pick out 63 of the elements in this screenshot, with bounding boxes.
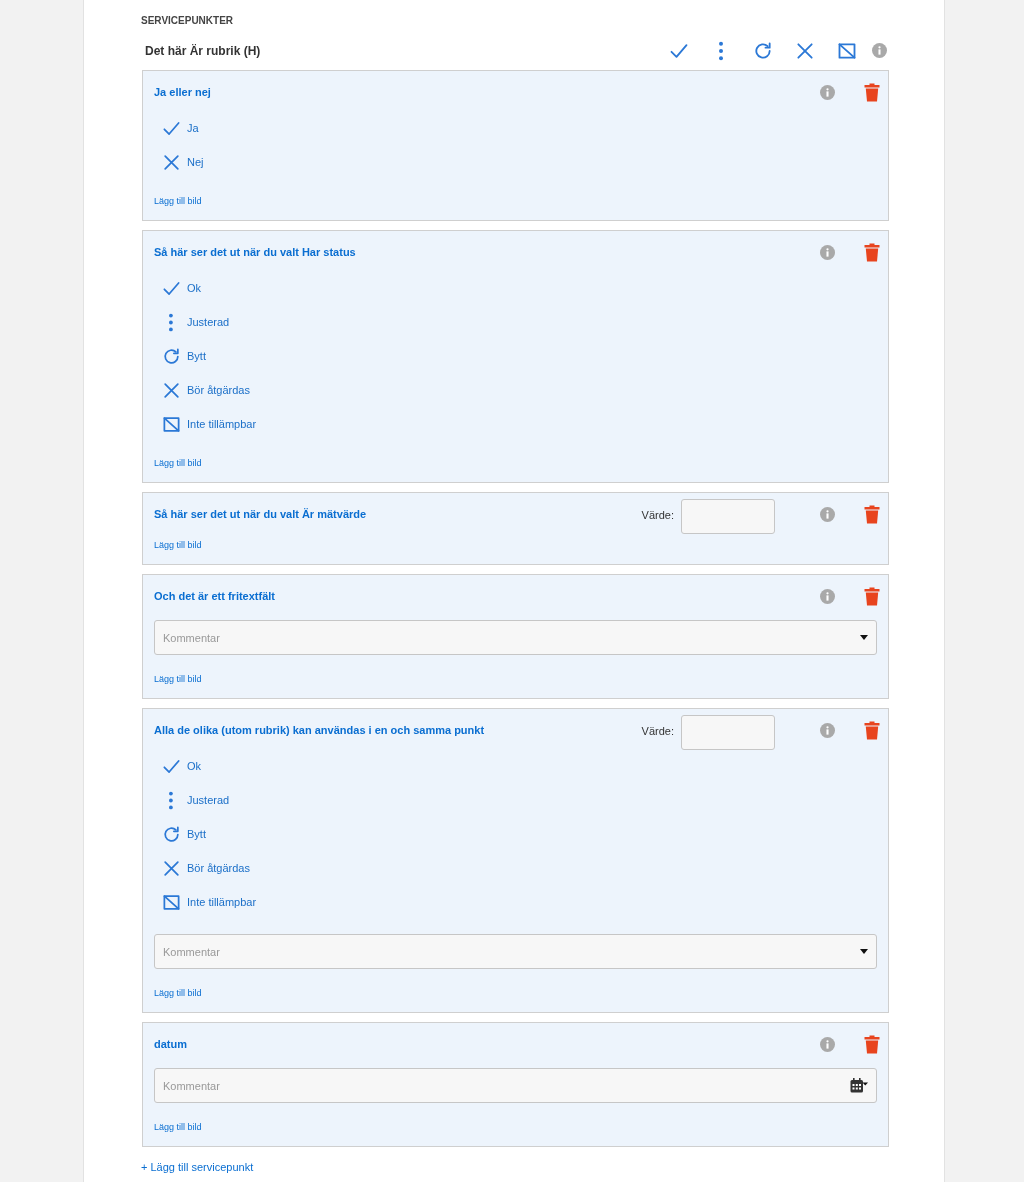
add-image-link[interactable]: Lägg till bild — [154, 1120, 202, 1134]
trash-icon[interactable] — [864, 1035, 880, 1054]
status-option[interactable]: Nej — [154, 145, 877, 179]
status-option[interactable]: Ok — [154, 749, 877, 783]
info-icon[interactable] — [820, 507, 835, 522]
status-option[interactable]: Ok — [154, 271, 877, 305]
info-icon[interactable] — [820, 85, 835, 100]
status-option[interactable]: Justerad — [154, 305, 877, 339]
value-field[interactable] — [681, 714, 775, 750]
crossed-square-icon — [837, 40, 857, 61]
status-option[interactable]: Inte tillämpbar — [154, 407, 877, 441]
calendar-icon — [850, 1078, 868, 1093]
status-option[interactable]: Bör åtgärdas — [154, 373, 877, 407]
info-icon[interactable] — [872, 43, 887, 58]
point-title: Ja eller nej — [154, 85, 212, 101]
value-field[interactable] — [681, 498, 775, 534]
trash-icon[interactable] — [864, 83, 880, 102]
comment-field[interactable]: Kommentar — [154, 620, 877, 655]
value-label: Värde: — [641, 724, 674, 740]
cross-icon — [161, 380, 181, 400]
header-title: Det här Är rubrik (H) — [145, 42, 262, 60]
add-image-link[interactable]: Lägg till bild — [154, 672, 202, 686]
point-title: datum — [154, 1037, 188, 1053]
cross-icon — [161, 858, 181, 878]
add-service-point-link[interactable]: + Lägg till servicepunkt — [141, 1159, 254, 1176]
dropdown-caret-icon — [860, 949, 868, 954]
add-image-link[interactable]: Lägg till bild — [154, 538, 202, 552]
trash-icon[interactable] — [864, 243, 880, 262]
trash-icon[interactable] — [864, 587, 880, 606]
refresh-icon — [753, 40, 773, 61]
add-image-link[interactable]: Lägg till bild — [154, 456, 202, 470]
crossed-square-icon — [161, 892, 181, 912]
cross-icon — [161, 152, 181, 172]
point-title: Alla de olika (utom rubrik) kan användas i en och samma punkt — [154, 723, 486, 739]
dropdown-caret-icon — [860, 635, 868, 640]
value-label: Värde: — [641, 508, 674, 524]
info-icon[interactable] — [820, 245, 835, 260]
crossed-square-icon — [161, 414, 181, 434]
refresh-icon — [161, 346, 181, 366]
comment-field[interactable]: Kommentar — [154, 934, 877, 969]
add-image-link[interactable]: Lägg till bild — [154, 986, 202, 1000]
status-option[interactable]: Ja — [154, 111, 877, 145]
cross-icon — [795, 40, 815, 61]
vertical-dots-icon — [169, 790, 173, 810]
info-icon[interactable] — [820, 723, 835, 738]
info-icon[interactable] — [820, 1037, 835, 1052]
status-option[interactable]: Justerad — [154, 783, 877, 817]
vertical-dots-icon — [719, 40, 723, 61]
point-title: Så här ser det ut när du valt Har status — [154, 245, 357, 261]
status-option[interactable]: Bytt — [154, 339, 877, 373]
comment-field[interactable]: Kommentar — [154, 1068, 877, 1103]
point-title: Så här ser det ut när du valt Är mätvärde — [154, 507, 368, 523]
status-option[interactable]: Bör åtgärdas — [154, 851, 877, 885]
point-title: Och det är ett fritextfält — [154, 589, 277, 605]
trash-icon[interactable] — [864, 505, 880, 524]
status-option[interactable]: Bytt — [154, 817, 877, 851]
status-option[interactable]: Inte tillämpbar — [154, 885, 877, 919]
vertical-dots-icon — [169, 312, 173, 332]
section-title: SERVICEPUNKTER — [141, 14, 234, 28]
refresh-icon — [161, 824, 181, 844]
add-image-link[interactable]: Lägg till bild — [154, 194, 202, 208]
trash-icon[interactable] — [864, 721, 880, 740]
info-icon[interactable] — [820, 589, 835, 604]
